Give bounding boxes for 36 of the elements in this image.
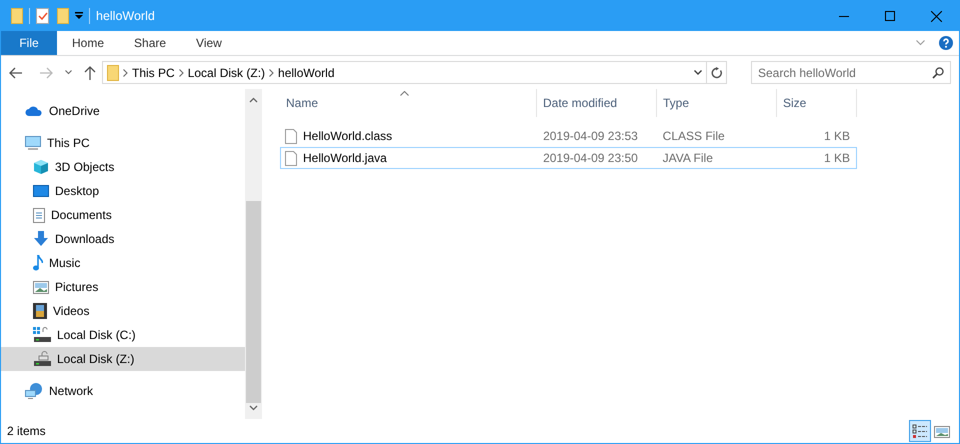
ribbon-tab[interactable]: Share xyxy=(119,31,182,55)
breadcrumb[interactable]: Local Disk (Z:) xyxy=(184,64,270,82)
column-header[interactable]: Size xyxy=(777,89,857,117)
sidebar-item[interactable]: Local Disk (C:) xyxy=(1,323,245,347)
sidebar-item[interactable]: Downloads xyxy=(1,227,245,251)
ribbon-tab[interactable]: View xyxy=(181,31,237,55)
sidebar-item[interactable]: Pictures xyxy=(1,275,245,299)
sidebar-item[interactable]: Documents xyxy=(1,203,245,227)
sidebar-item[interactable]: This PC xyxy=(1,131,245,155)
file-name[interactable]: HelloWorld.class xyxy=(303,127,392,145)
address-bar[interactable]: This PC Local Disk (Z:) helloWorld xyxy=(102,61,727,84)
breadcrumb[interactable]: helloWorld xyxy=(274,64,339,82)
date-cell-text: 2019-04-09 23:53 xyxy=(542,128,639,145)
file-menu-button[interactable]: File xyxy=(1,31,57,55)
sidebar-item[interactable]: Music xyxy=(1,251,245,275)
type-cell-text: CLASS File xyxy=(662,128,726,145)
item-count: 2 items xyxy=(7,423,46,440)
sidebar-item[interactable]: 3D Objects xyxy=(1,155,245,179)
ribbon-tab[interactable]: Home xyxy=(57,31,120,55)
size-cell-text: 1 KB xyxy=(822,128,851,145)
sidebar-item[interactable]: Local Disk (Z:) xyxy=(1,347,245,371)
date-cell-text: 2019-04-09 23:50 xyxy=(542,150,639,167)
sidebar-item[interactable]: Desktop xyxy=(1,179,245,203)
sidebar-item[interactable]: OneDrive xyxy=(1,99,245,123)
breadcrumb[interactable]: This PC xyxy=(128,64,179,82)
window-title: helloWorld xyxy=(96,8,155,25)
search-field[interactable]: Search helloWorld xyxy=(751,61,951,84)
column-header[interactable]: Type xyxy=(657,89,777,117)
size-cell-text: 1 KB xyxy=(822,150,851,167)
sidebar-item[interactable]: Network xyxy=(1,379,245,403)
sidebar-item[interactable]: Videos xyxy=(1,299,245,323)
focused-row[interactable]: HelloWorld.java 2019-04-09 23:50 JAVA File 1 KB xyxy=(280,147,857,169)
column-header[interactable]: Date modified xyxy=(537,89,657,117)
file-name[interactable]: HelloWorld.java xyxy=(303,149,387,167)
type-cell-text: JAVA File xyxy=(662,150,714,167)
column-header[interactable]: Name xyxy=(280,89,537,117)
